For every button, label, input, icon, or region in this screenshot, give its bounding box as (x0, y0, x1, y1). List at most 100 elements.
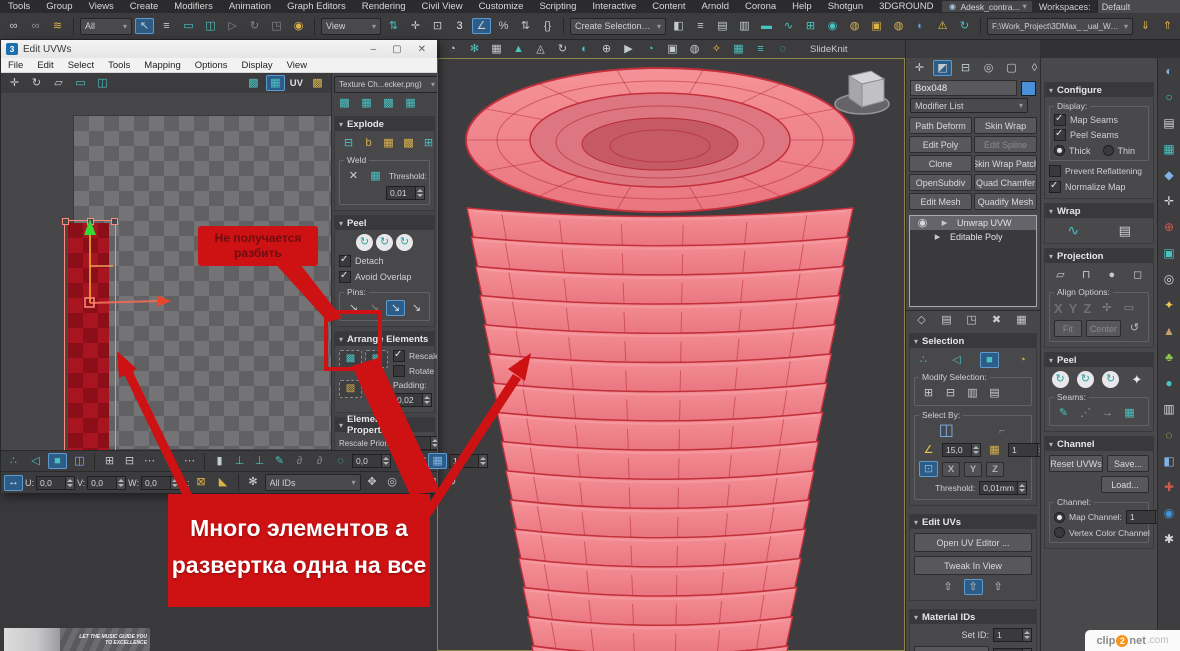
flatten-by-material-icon[interactable]: b (359, 135, 378, 151)
script-drop-icon[interactable]: ● (1161, 375, 1178, 391)
script-grid-icon[interactable]: ▦ (1161, 141, 1178, 157)
uv-selection-bounds[interactable] (64, 220, 116, 450)
script-plus-icon[interactable]: ✛ (1161, 193, 1178, 209)
object-name-field[interactable]: Box048 (910, 80, 1017, 96)
snapshot-icon[interactable]: ◳ (267, 18, 286, 34)
select-by-axis-icon[interactable]: ⊡ (919, 461, 938, 477)
lock-selection-icon[interactable]: ⊠ (192, 475, 211, 491)
reference-coordinate-dropdown[interactable]: View (321, 18, 381, 35)
uvw-menu-item[interactable]: Edit (30, 60, 60, 71)
rendered-frame-icon[interactable]: ▣ (867, 18, 886, 34)
spherical-map-icon[interactable]: ● (1102, 267, 1121, 283)
maximize-button[interactable]: ▢ (392, 44, 401, 55)
edit-uvs-rollout-header[interactable]: Edit UVs (910, 515, 1036, 529)
paint-falloff-icon[interactable]: ∂ (310, 453, 329, 469)
remove-modifier-icon[interactable]: ✖ (987, 312, 1006, 328)
script-axis-icon[interactable]: ⊕ (1161, 219, 1178, 235)
rescale-elements-icon[interactable]: ▧ (365, 380, 388, 398)
edit-seams-icon[interactable]: ✎ (1054, 405, 1073, 421)
shrink-selection-icon[interactable]: ⊟ (941, 385, 960, 401)
uvw-space-icon[interactable]: ◣ (214, 475, 233, 491)
modifier-button[interactable]: Quad Chamfer (974, 174, 1037, 191)
thick-radio[interactable] (1054, 145, 1065, 156)
open-uv-editor-button[interactable]: Open UV Editor ... (914, 533, 1032, 552)
configure-modifier-sets-icon[interactable]: ▦ (1012, 312, 1031, 328)
make-unique-icon[interactable]: ◳ (962, 312, 981, 328)
modifier-button[interactable]: Skin Wrap Patch (974, 155, 1037, 172)
material-id-filter-dropdown[interactable]: All IDs (265, 474, 361, 491)
menu-item[interactable]: Animation (221, 1, 279, 12)
grow-selection-icon[interactable]: ⊞ (919, 385, 938, 401)
populate-people-icon[interactable]: ◔ (443, 41, 462, 57)
flatten-by-face-icon[interactable]: ▩ (399, 135, 418, 151)
tile-custom-icon[interactable]: ▦ (401, 95, 420, 111)
material-editor-icon[interactable]: ◉ (823, 18, 842, 34)
align-x-button[interactable]: X (1054, 301, 1063, 316)
arnold-light-icon[interactable]: ◐ (575, 41, 594, 57)
axis-x-button[interactable]: X (942, 462, 960, 477)
center-button[interactable]: Center (1086, 320, 1121, 337)
straighten-selection-icon[interactable]: ⊥ (230, 453, 249, 469)
uv-polygon-mode-icon[interactable]: ■ (48, 453, 67, 469)
peel-options-rollout-header[interactable]: Peel (1045, 353, 1153, 367)
axis-y-button[interactable]: Y (964, 462, 982, 477)
script-sphere-icon[interactable]: ◐ (1161, 63, 1178, 79)
script-dot-icon[interactable]: ◉ (1161, 505, 1178, 521)
snaps-toggle-3d-icon[interactable]: 3 (450, 18, 469, 34)
zoom-extents-icon[interactable]: ⊠ (423, 475, 442, 491)
modifier-list-dropdown[interactable]: Modifier List (910, 98, 1028, 113)
padding-spinner[interactable]: 0,02 (393, 393, 437, 407)
quick-planar-map-icon[interactable]: ⇧ (939, 579, 958, 595)
ring-selection-icon[interactable]: ▥ (963, 385, 982, 401)
civil-view-icon[interactable]: ↻ (553, 41, 572, 57)
grow-uv-selection-icon[interactable]: ⊞ (100, 453, 119, 469)
uv-vertex-mode-icon[interactable]: ∴ (4, 453, 23, 469)
weld-all-icon[interactable]: ▦ (366, 168, 385, 184)
align-normal-icon[interactable]: ✢ (1097, 300, 1116, 316)
history-forward-icon[interactable]: ↻ (245, 18, 264, 34)
edit-named-selection-sets-icon[interactable]: {} (538, 18, 557, 34)
minimize-button[interactable]: – (371, 44, 377, 55)
object-color-swatch[interactable] (1021, 81, 1036, 96)
prevent-reflattening-checkbox[interactable] (1049, 165, 1061, 177)
unpin-tool-icon[interactable]: ↘ (365, 300, 384, 316)
filter-faces-icon[interactable]: ✻ (244, 475, 263, 491)
display-tab-icon[interactable]: ▢ (1002, 60, 1021, 76)
menu-item[interactable]: Civil View (414, 1, 471, 12)
select-and-place-icon[interactable]: ⊡ (428, 18, 447, 34)
axis-z-button[interactable]: Z (986, 462, 1004, 477)
show-map-toggle-icon[interactable]: ▩ (244, 75, 263, 91)
script-chart-icon[interactable]: ▥ (1161, 401, 1178, 417)
modifier-button[interactable]: Edit Poly (909, 136, 972, 153)
polygon-sub-icon[interactable]: ■ (980, 352, 999, 368)
menu-item[interactable]: 3DGROUND (871, 1, 941, 12)
explode-elements-icon[interactable]: ⊞ (419, 135, 437, 151)
peel-rollout-header[interactable]: Peel (335, 216, 434, 230)
modifier-button[interactable]: Edit Spline (974, 136, 1037, 153)
measure-icon[interactable]: ≡ (751, 41, 770, 57)
menu-item[interactable]: Views (81, 1, 122, 12)
utilities-tab-icon[interactable]: ◊ (1025, 60, 1040, 76)
smoothing-group-spinner[interactable]: 1 (1008, 443, 1040, 457)
menu-item[interactable]: Scripting (531, 1, 584, 12)
video-overlay-thumbnail[interactable]: LET THE MUSIC GUIDE YOU TO EXCELLENCE (4, 628, 150, 651)
curve-editor-icon[interactable]: ∿ (779, 18, 798, 34)
notification-icon[interactable]: ◬ (531, 41, 550, 57)
pelt-map-icon[interactable]: ✦ (1127, 372, 1146, 388)
zoom-region-icon[interactable]: ⊡ (403, 475, 422, 491)
selection-threshold-spinner[interactable]: 0,01mm (979, 481, 1027, 495)
modifier-button[interactable]: Clone (909, 155, 972, 172)
terrain-icon[interactable]: ▲ (509, 41, 528, 57)
point-to-point-seam-icon[interactable]: ⋰ (1076, 405, 1095, 421)
modifier-button[interactable]: Edit Mesh (909, 193, 972, 210)
uv-scale-icon[interactable]: ▱ (49, 75, 68, 91)
menu-item[interactable]: Customize (471, 1, 532, 12)
render-production-icon[interactable]: ◍ (889, 18, 908, 34)
window-crossing-toggle-icon[interactable]: ◫ (201, 18, 220, 34)
cylindrical-map-icon[interactable]: ⊓ (1077, 267, 1096, 283)
script-gem-icon[interactable]: ◆ (1161, 167, 1178, 183)
uv-freeform-icon[interactable]: ▭ (71, 75, 90, 91)
align-vertical-icon[interactable]: ⊥ (250, 453, 269, 469)
falloff-curve-icon[interactable]: ◡ (393, 453, 412, 469)
map-channel-radio[interactable] (1054, 512, 1065, 523)
